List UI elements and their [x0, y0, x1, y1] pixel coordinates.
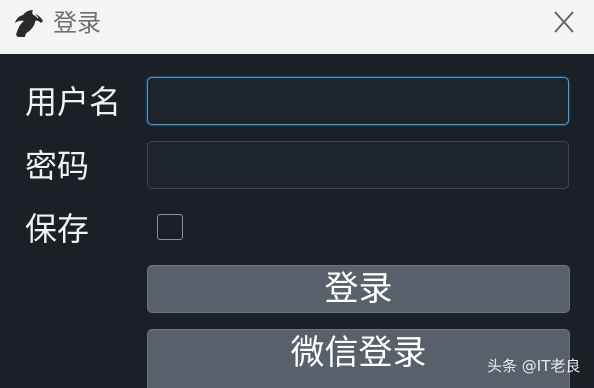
watermark: 头条 @IT老良	[487, 357, 581, 375]
window-title: 登录	[53, 9, 101, 37]
close-icon[interactable]	[548, 8, 580, 38]
title-bar: 登录	[0, 0, 594, 54]
username-label: 用户名	[25, 83, 122, 121]
login-button[interactable]: 登录	[147, 265, 570, 313]
password-label: 密码	[25, 147, 90, 185]
login-window: 登录 用户名 密码 保存 登录 微信登录 头条 @IT老良	[0, 0, 594, 388]
save-checkbox[interactable]	[157, 214, 183, 240]
save-label: 保存	[25, 210, 90, 248]
username-input[interactable]	[147, 77, 569, 125]
horse-head-logo-icon	[15, 10, 43, 37]
password-input[interactable]	[147, 141, 569, 189]
